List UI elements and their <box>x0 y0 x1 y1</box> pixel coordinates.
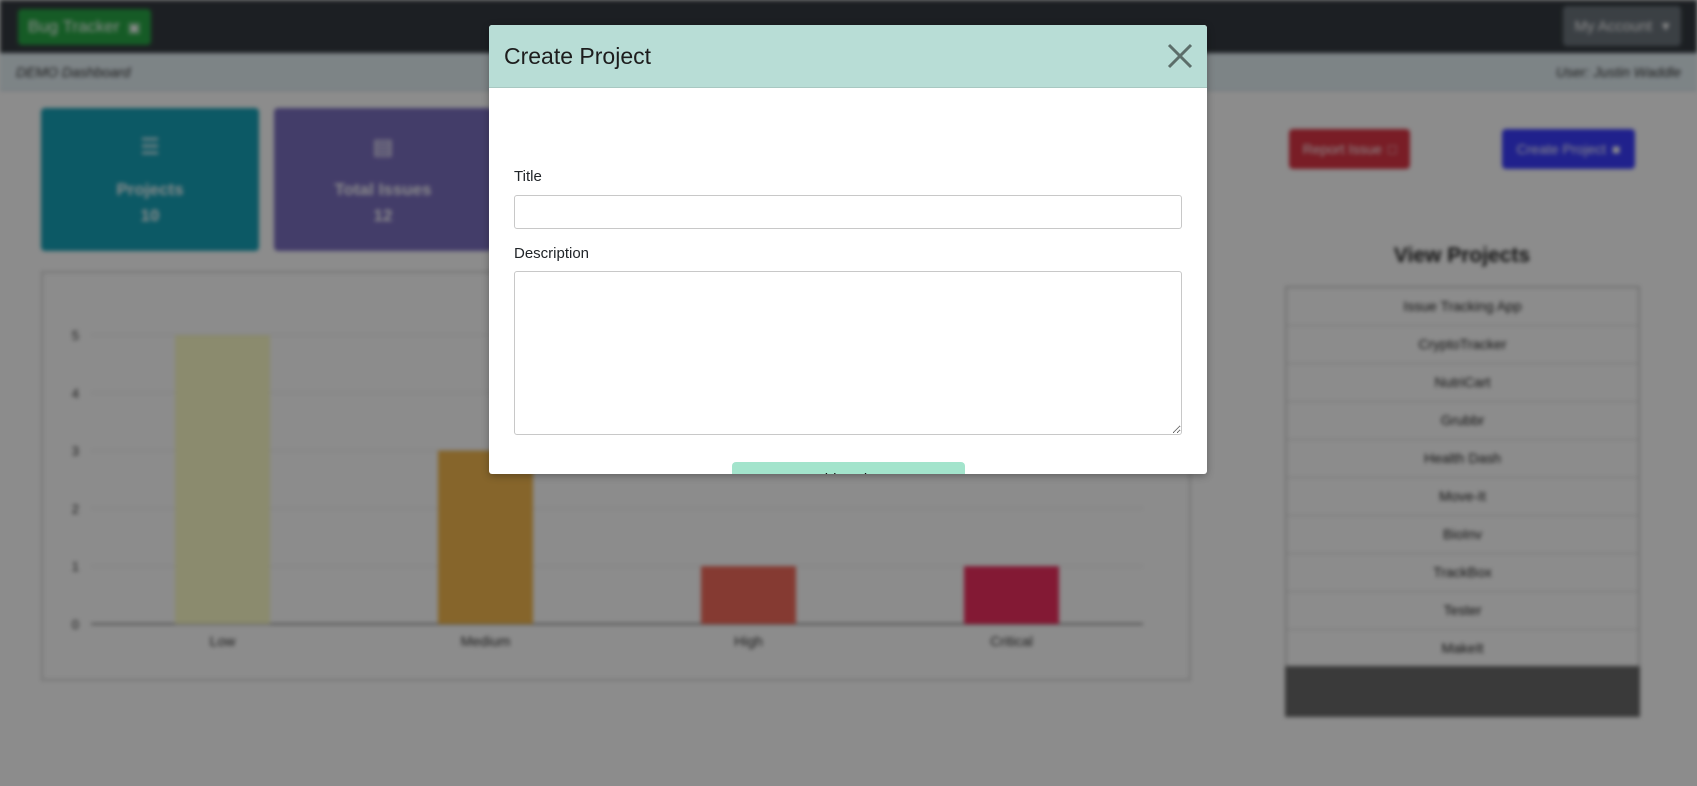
description-textarea[interactable] <box>514 271 1182 435</box>
close-icon <box>1167 43 1193 69</box>
description-label: Description <box>514 245 590 262</box>
title-input[interactable] <box>514 195 1182 229</box>
close-button[interactable] <box>1161 37 1199 75</box>
create-project-modal: Create Project Title Description Add Pro… <box>489 25 1207 474</box>
add-project-button[interactable]: Add Project <box>732 462 965 474</box>
title-label: Title <box>514 168 542 185</box>
modal-title: Create Project <box>504 43 652 69</box>
modal-header: Create Project <box>489 25 1207 88</box>
